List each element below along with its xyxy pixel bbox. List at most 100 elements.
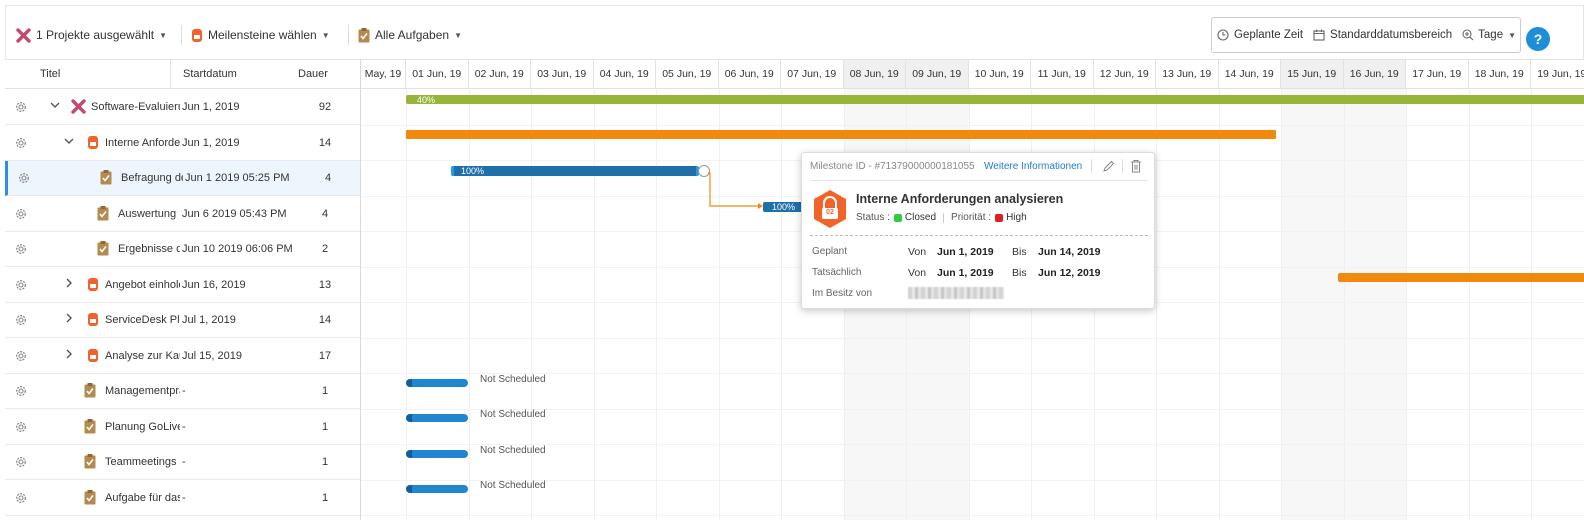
row-title[interactable]: Befragung der Anwender <box>121 172 183 184</box>
table-row[interactable]: Planung GoLive - 1 <box>5 410 360 445</box>
gear-icon[interactable] <box>14 100 28 114</box>
task-bar[interactable] <box>451 166 699 176</box>
planned-to-value: Jun 14, 2019 <box>1038 246 1101 258</box>
timeline-date-header: 17 Jun, 19 <box>1405 60 1468 88</box>
task-progress-label: 100% <box>461 166 485 176</box>
row-start-date: Jun 1, 2019 <box>182 101 240 113</box>
table-row[interactable]: ServiceDesk PlusJul 1, 2019 14 <box>5 303 360 338</box>
delete-icon[interactable] <box>1130 159 1142 173</box>
table-row[interactable]: Teammeetings Planen- 1 <box>5 445 360 480</box>
chevron-right-icon[interactable] <box>63 349 75 362</box>
gear-icon[interactable] <box>14 455 28 469</box>
row-title[interactable]: Auswertung <box>118 208 180 220</box>
row-duration: 4 <box>321 207 329 220</box>
row-title[interactable]: Teammeetings Planen <box>105 456 180 468</box>
gear-icon[interactable] <box>14 420 28 434</box>
row-title[interactable]: Ergebnisse dokumentieren <box>118 243 180 255</box>
priority-dot <box>995 213 1004 222</box>
grid-line <box>1468 89 1470 520</box>
row-title[interactable]: ServiceDesk Plus <box>105 314 180 326</box>
gear-icon[interactable] <box>14 207 28 221</box>
milestone-selector[interactable]: Meilensteine wählen ▼ <box>191 26 330 44</box>
table-row[interactable]: Software-EvaluierungJun 1, 2019 92 <box>5 90 360 125</box>
row-duration: 4 <box>324 172 332 184</box>
more-info-link[interactable]: Weitere Informationen <box>984 161 1082 172</box>
grid-line <box>361 515 1584 516</box>
row-title[interactable]: Software-Evaluierung <box>91 101 180 113</box>
row-title[interactable]: Planung GoLive <box>105 421 180 433</box>
milestone-icon <box>192 28 202 42</box>
project-selector-label: 1 Projekte ausgewählt <box>36 28 155 42</box>
project-bar[interactable] <box>406 95 1584 104</box>
date-range-selector[interactable]: Standarddatumsbereich <box>1308 18 1457 52</box>
task-filter[interactable]: Alle Aufgaben ▼ <box>358 26 462 44</box>
row-duration: 14 <box>318 314 332 326</box>
gear-icon[interactable] <box>17 171 31 185</box>
row-start-date: Jun 1, 2019 <box>182 136 240 149</box>
edit-icon[interactable] <box>1102 160 1115 173</box>
row-title[interactable]: Aufgabe für das Team <box>105 492 180 504</box>
unscheduled-bar[interactable] <box>406 449 468 458</box>
gear-icon[interactable] <box>14 313 28 327</box>
timeline-date-header: 09 Jun, 19 <box>905 60 968 88</box>
unscheduled-bar[interactable] <box>406 378 468 387</box>
not-scheduled-label: Not Scheduled <box>480 480 546 491</box>
chevron-right-icon[interactable] <box>63 313 75 326</box>
milestone-bar[interactable] <box>406 130 1276 139</box>
project-icon <box>71 99 86 114</box>
row-start-date: Jun 1 2019 05:25 PM <box>185 172 290 184</box>
priority-value: High <box>1006 212 1027 223</box>
row-title[interactable]: Managementpräsentation <box>105 385 180 397</box>
milestone-popup: Milestone ID - #71379000000181055 Weiter… <box>801 152 1155 309</box>
table-row[interactable]: Befragung der AnwenderJun 1 2019 05:25 P… <box>5 161 360 196</box>
timeline-date-header: 18 Jun, 19 <box>1467 60 1531 88</box>
weekend-column <box>1281 89 1344 520</box>
task-filter-label: Alle Aufgaben <box>375 28 450 42</box>
row-title[interactable]: Analyse zur Kaufentscheidung <box>105 350 180 362</box>
row-title[interactable]: Angebot einholen <box>105 279 180 291</box>
gear-icon[interactable] <box>14 278 28 292</box>
table-row[interactable]: Angebot einholenJun 16, 2019 13 <box>5 268 360 303</box>
grid-line <box>468 89 470 520</box>
help-button[interactable]: ? <box>1526 27 1550 51</box>
timeline-date-header: 15 Jun, 19 <box>1280 60 1343 88</box>
column-header-duration[interactable]: Dauer <box>298 60 328 88</box>
chevron-right-icon[interactable] <box>63 278 75 291</box>
gear-icon[interactable] <box>14 136 28 150</box>
grid-line <box>656 89 657 520</box>
table-row[interactable]: Managementpräsentation- 1 <box>5 374 360 409</box>
popup-divider <box>810 180 1148 181</box>
row-start-date: Jul 15, 2019 <box>182 349 242 362</box>
unscheduled-bar[interactable] <box>406 485 468 493</box>
table-row[interactable]: Aufgabe für das Team- 1 <box>5 481 360 516</box>
chevron-down-icon[interactable] <box>63 136 75 149</box>
grid-line <box>1343 89 1345 520</box>
gear-icon[interactable] <box>14 491 28 505</box>
status-dot <box>893 213 902 222</box>
project-selector[interactable]: 1 Projekte ausgewählt ▼ <box>16 26 167 44</box>
gear-icon[interactable] <box>14 349 28 363</box>
grid-line <box>361 337 1584 339</box>
chevron-down-icon[interactable] <box>49 100 61 113</box>
table-row[interactable]: Interne Anforderungen analysierenJun 1, … <box>5 126 360 161</box>
column-header-title[interactable]: Titel <box>40 60 60 88</box>
task-icon <box>84 454 97 469</box>
milestone-icon <box>87 277 100 292</box>
table-row[interactable]: Ergebnisse dokumentierenJun 10 2019 06:0… <box>5 232 360 267</box>
popup-status-line: Status : Closed Priorität : High <box>856 212 1027 223</box>
task-icon <box>100 170 113 185</box>
actual-from-label: Von <box>908 267 927 279</box>
gear-icon[interactable] <box>14 384 28 398</box>
grid-splitter[interactable] <box>360 59 361 520</box>
table-row[interactable]: Analyse zur KaufentscheidungJul 15, 2019… <box>5 339 360 374</box>
zoom-selector[interactable]: Tage ▼ <box>1457 18 1521 52</box>
table-row[interactable]: Auswertung Jun 6 2019 05:43 PM 4 <box>5 197 360 232</box>
milestone-bar[interactable] <box>1338 273 1584 282</box>
row-title[interactable]: Interne Anforderungen analysieren <box>105 137 180 149</box>
unscheduled-bar[interactable] <box>406 414 468 422</box>
row-duration: 1 <box>321 456 329 468</box>
column-header-start[interactable]: Startdatum <box>183 60 237 88</box>
planned-time-toggle[interactable]: Geplante Zeit <box>1212 18 1308 52</box>
gear-icon[interactable] <box>14 242 28 256</box>
divider <box>1091 159 1092 173</box>
